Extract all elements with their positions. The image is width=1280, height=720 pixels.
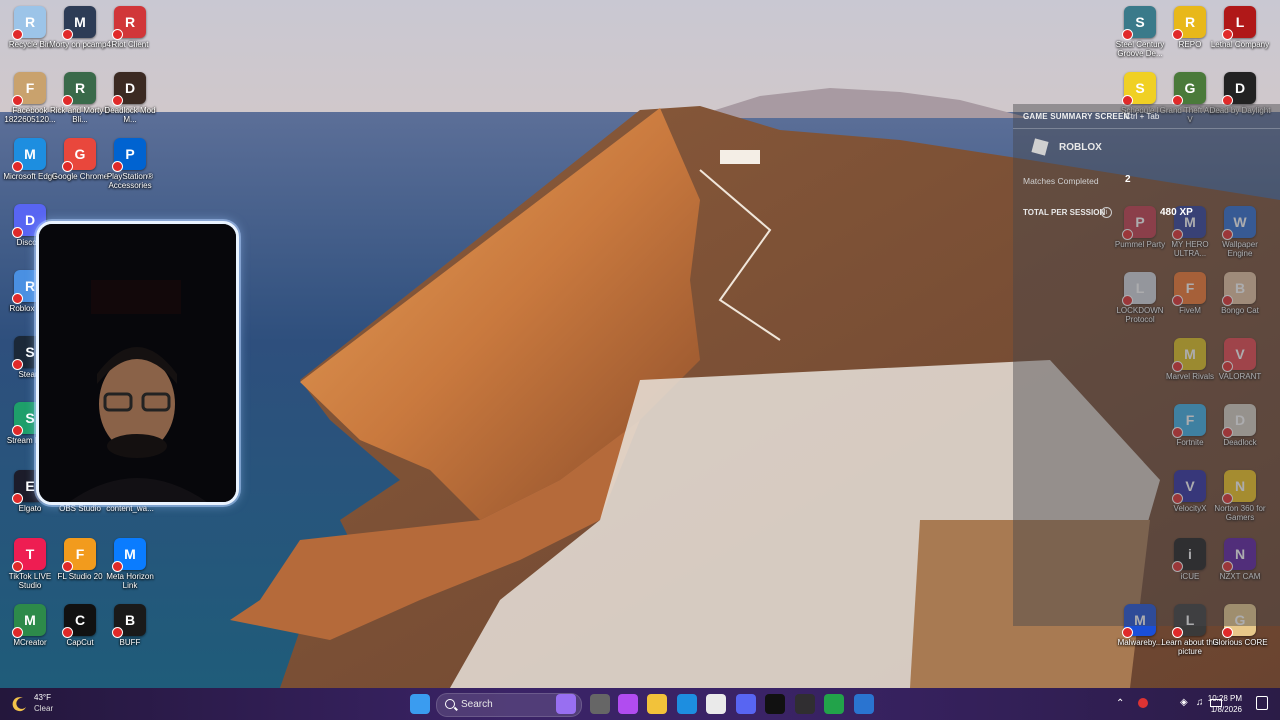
clock-time[interactable]: 10:28 PM bbox=[1208, 694, 1242, 703]
desktop-icon-buff[interactable]: B BUFF bbox=[100, 604, 160, 666]
desktop-icon-label: PlayStation® Accessories bbox=[106, 172, 154, 190]
lethal-company-icon: L bbox=[1222, 6, 1256, 40]
copilot-app-icon[interactable] bbox=[618, 694, 638, 714]
overlay-hotkey: Ctrl + Tab bbox=[1125, 112, 1160, 121]
shortcut-badge-icon bbox=[62, 29, 73, 40]
moon-icon bbox=[12, 697, 26, 712]
desktop-icon-playstation[interactable]: P PlayStation® Accessories bbox=[100, 138, 160, 200]
shortcut-badge-icon bbox=[12, 425, 23, 436]
notification-icon[interactable] bbox=[1256, 696, 1268, 710]
chevron-up-icon[interactable]: ⌃ bbox=[1116, 698, 1124, 709]
edge-icon: M bbox=[12, 138, 46, 172]
capcut-icon: C bbox=[62, 604, 96, 638]
weather-condition: Clear bbox=[34, 704, 54, 713]
weather-temp: 43°F bbox=[34, 693, 51, 702]
task-view-icon[interactable] bbox=[590, 694, 610, 714]
info-icon[interactable]: i bbox=[1101, 207, 1112, 218]
desktop-icon-label: Lethal Company bbox=[1210, 40, 1270, 49]
shortcut-badge-icon bbox=[1222, 627, 1233, 638]
desktop-icon-deadlock-mod[interactable]: D Deadlock Mod M... bbox=[100, 72, 160, 134]
shortcut-badge-icon bbox=[12, 95, 23, 106]
chrome-icon: G bbox=[62, 138, 96, 172]
game-summary-overlay: GAME SUMMARY SCREEN Ctrl + Tab ROBLOX Ma… bbox=[1013, 104, 1280, 626]
search-icon bbox=[445, 699, 455, 709]
shortcut-badge-icon bbox=[12, 161, 23, 172]
image-file-icon: F bbox=[12, 72, 46, 106]
shortcut-badge-icon bbox=[62, 627, 73, 638]
shortcut-badge-icon bbox=[62, 561, 73, 572]
shortcut-badge-icon bbox=[1172, 627, 1183, 638]
fl-studio-icon: F bbox=[62, 538, 96, 572]
shortcut-badge-icon bbox=[1122, 627, 1133, 638]
shortcut-badge-icon bbox=[112, 161, 123, 172]
windows-start-icon[interactable] bbox=[410, 694, 430, 714]
terminal-icon[interactable] bbox=[765, 694, 785, 714]
shortcut-badge-icon bbox=[12, 561, 23, 572]
meta-icon: M bbox=[112, 538, 146, 572]
obs-icon[interactable] bbox=[795, 694, 815, 714]
steel-century-icon: S bbox=[1122, 6, 1156, 40]
desktop-icon-label: Deadlock Mod M... bbox=[104, 106, 156, 124]
riot-icon: R bbox=[112, 6, 146, 40]
schedule-icon: S bbox=[1122, 72, 1156, 106]
dbd-icon: D bbox=[1222, 72, 1256, 106]
shortcut-badge-icon bbox=[12, 359, 23, 370]
desktop-icon-label: content_wa... bbox=[106, 504, 154, 513]
store-icon[interactable] bbox=[706, 694, 726, 714]
desktop-icon-label: Riot Client bbox=[111, 40, 149, 49]
tiktok-icon: T bbox=[12, 538, 46, 572]
taskbar-search[interactable]: Search bbox=[436, 693, 582, 717]
recycle-bin-icon: R bbox=[12, 6, 46, 40]
shortcut-badge-icon bbox=[1122, 29, 1133, 40]
matches-completed-value: 2 bbox=[1125, 174, 1131, 185]
clock-date[interactable]: 1/8/2026 bbox=[1211, 705, 1242, 714]
shortcut-badge-icon bbox=[12, 493, 23, 504]
overlay-header: GAME SUMMARY SCREEN bbox=[1023, 112, 1130, 121]
shortcut-badge-icon bbox=[62, 161, 73, 172]
desktop-icon-meta[interactable]: M Meta Horizon Link bbox=[100, 538, 160, 600]
shortcut-badge-icon bbox=[112, 561, 123, 572]
tray-app-icon[interactable] bbox=[1138, 698, 1148, 708]
desktop-icon-label: Meta Horizon Link bbox=[106, 572, 154, 590]
shortcut-badge-icon bbox=[12, 227, 23, 238]
matches-completed-label: Matches Completed bbox=[1023, 176, 1099, 186]
search-label: Search bbox=[461, 699, 493, 710]
desktop-icon-lethal-company[interactable]: L Lethal Company bbox=[1210, 6, 1270, 68]
video-file-icon: M bbox=[62, 6, 96, 40]
shortcut-badge-icon bbox=[1222, 29, 1233, 40]
repo-icon: R bbox=[1172, 6, 1206, 40]
desktop-icon-label: Glorious CORE bbox=[1212, 638, 1268, 647]
video-file-icon: R bbox=[62, 72, 96, 106]
desktop-icon-riot[interactable]: R Riot Client bbox=[100, 6, 160, 68]
deadlock-mod-icon: D bbox=[112, 72, 146, 106]
shortcut-badge-icon bbox=[12, 627, 23, 638]
desktop-icon-label: BUFF bbox=[119, 638, 141, 647]
edge-icon[interactable] bbox=[677, 694, 697, 714]
session-xp: 480 XP bbox=[1160, 207, 1193, 218]
shortcut-badge-icon bbox=[112, 29, 123, 40]
roblox-logo-icon bbox=[1031, 138, 1049, 156]
overlay-game-name: ROBLOX bbox=[1059, 142, 1102, 153]
snipping-icon[interactable] bbox=[854, 694, 874, 714]
shortcut-badge-icon bbox=[1172, 29, 1183, 40]
taskbar: 43°F Clear Search ⌃ ◈ ♫ 10:28 PM 1/8/202… bbox=[0, 688, 1280, 720]
webcam-overlay bbox=[36, 221, 239, 505]
gta-icon: G bbox=[1172, 72, 1206, 106]
volume-icon[interactable]: ♫ bbox=[1196, 697, 1204, 708]
total-per-session-label: TOTAL PER SESSION bbox=[1023, 208, 1106, 217]
overlay-divider bbox=[1013, 128, 1280, 129]
discord-icon[interactable] bbox=[736, 694, 756, 714]
mcreator-icon: M bbox=[12, 604, 46, 638]
wifi-icon[interactable]: ◈ bbox=[1180, 697, 1188, 708]
shortcut-badge-icon bbox=[12, 29, 23, 40]
xbox-icon[interactable] bbox=[824, 694, 844, 714]
shortcut-badge-icon bbox=[112, 95, 123, 106]
file-explorer-icon[interactable] bbox=[647, 694, 667, 714]
shortcut-badge-icon bbox=[112, 627, 123, 638]
playstation-icon: P bbox=[112, 138, 146, 172]
shortcut-badge-icon bbox=[62, 95, 73, 106]
shortcut-badge-icon bbox=[12, 293, 23, 304]
buff-icon: B bbox=[112, 604, 146, 638]
